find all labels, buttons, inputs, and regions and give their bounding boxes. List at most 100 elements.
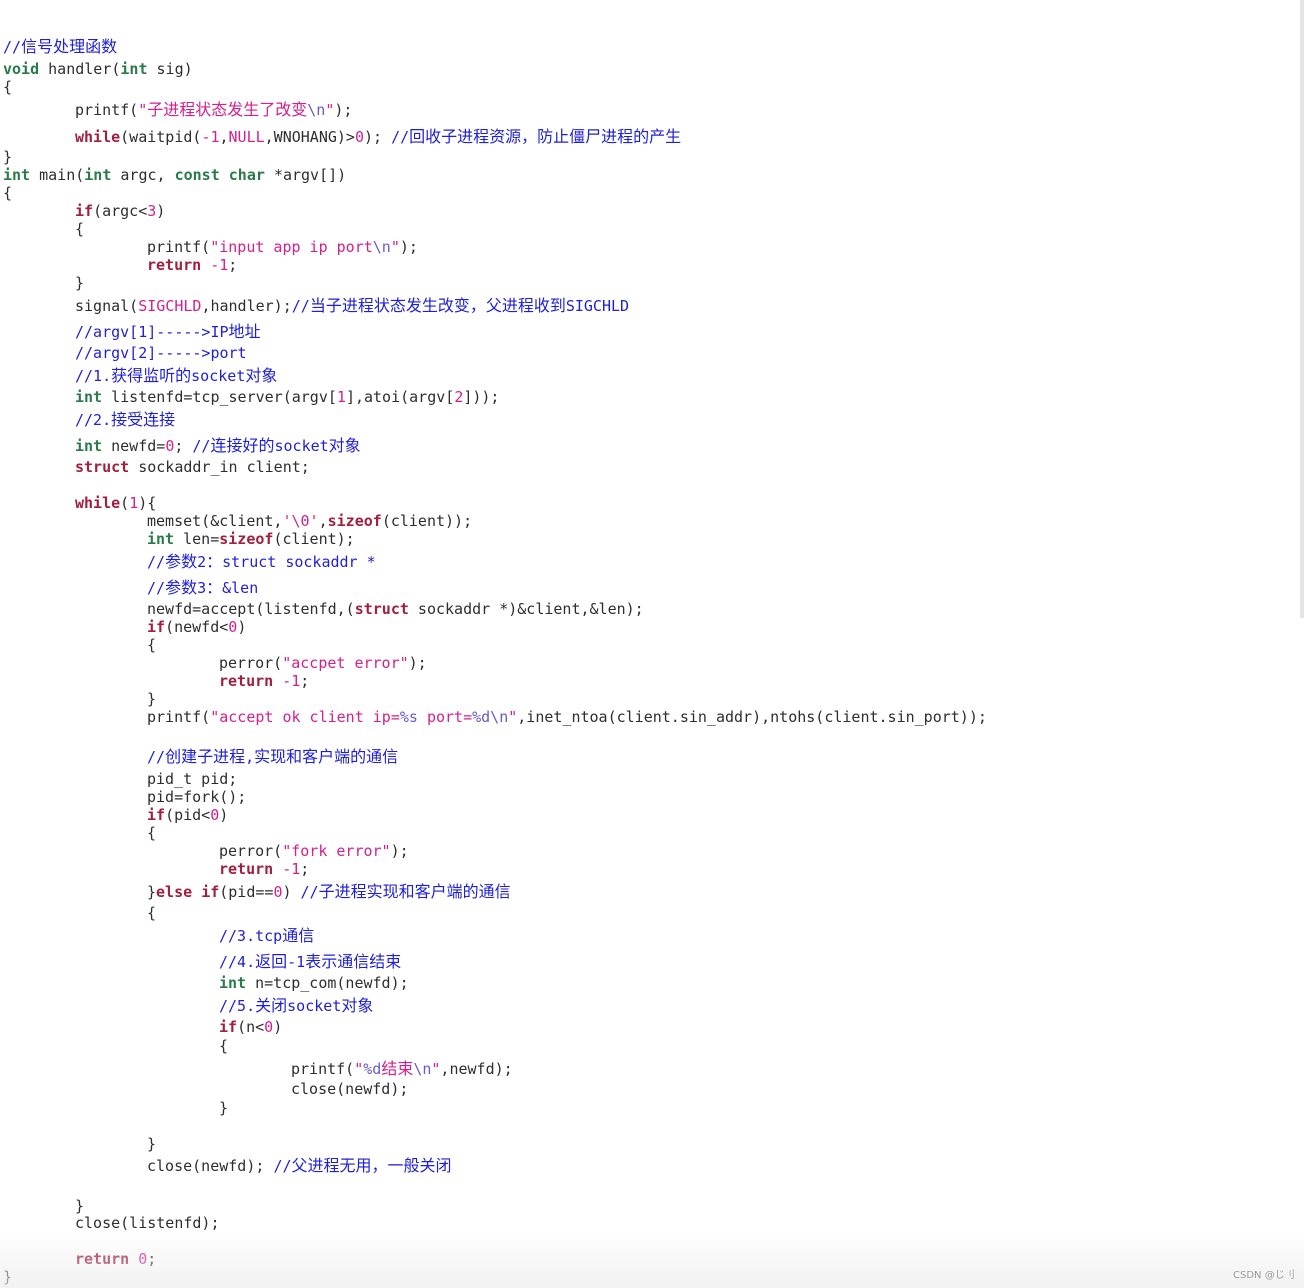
code-token: *argv[]) bbox=[264, 166, 347, 184]
code-token: 3 bbox=[147, 202, 157, 220]
code-line[interactable]: { bbox=[3, 184, 12, 202]
code-line[interactable]: pid_t pid; bbox=[147, 770, 237, 788]
code-line[interactable]: close(newfd); //父进程无用，一般关闭 bbox=[147, 1157, 452, 1176]
code-token: 1 bbox=[129, 494, 139, 512]
code-token: //4. bbox=[219, 953, 256, 971]
code-line[interactable]: //创建子进程,实现和客户端的通信 bbox=[147, 747, 398, 767]
code-line[interactable]: perror("fork error"); bbox=[219, 842, 409, 860]
code-line[interactable]: //参数3：&len bbox=[147, 579, 259, 598]
code-line[interactable]: return -1; bbox=[219, 672, 309, 690]
code-editor[interactable]: //信号处理函数 void handler(int sig){printf("子进… bbox=[0, 0, 1304, 1288]
code-token: ){ bbox=[138, 494, 157, 512]
code-token: ) bbox=[237, 618, 247, 636]
code-line[interactable]: } bbox=[219, 1099, 228, 1117]
code-line[interactable]: { bbox=[147, 636, 156, 654]
code-token: { bbox=[147, 904, 157, 922]
code-line[interactable]: if(n<0) bbox=[219, 1018, 282, 1036]
code-token: (pid== bbox=[219, 883, 274, 901]
code-token: argc, bbox=[111, 166, 175, 184]
code-line[interactable]: } bbox=[75, 1197, 84, 1215]
code-token: , bbox=[318, 512, 328, 530]
code-line[interactable]: int len=sizeof(client); bbox=[147, 530, 355, 548]
code-line[interactable]: { bbox=[147, 824, 156, 842]
code-line[interactable]: } bbox=[147, 1135, 156, 1153]
code-token: ) bbox=[282, 883, 301, 901]
code-line[interactable]: int listenfd=tcp_server(argv[1],atoi(arg… bbox=[75, 388, 499, 406]
code-line[interactable]: { bbox=[75, 220, 84, 238]
editor-scroll-edge bbox=[1300, 0, 1304, 618]
code-token: ： bbox=[206, 552, 223, 571]
code-line[interactable]: printf("%d结束\n",newfd); bbox=[291, 1060, 513, 1079]
code-token: (client)); bbox=[381, 512, 473, 530]
watermark-text: CSDN @じ刂 bbox=[1233, 1270, 1295, 1281]
code-token: int bbox=[219, 974, 247, 992]
code-line[interactable]: void handler(int sig) bbox=[3, 60, 193, 78]
code-token: { bbox=[147, 636, 157, 654]
code-token: -1 bbox=[282, 860, 301, 878]
code-token: while bbox=[75, 128, 121, 146]
code-token: 创建子进程 bbox=[165, 747, 246, 766]
code-line[interactable]: close(newfd); bbox=[291, 1080, 408, 1098]
code-line[interactable]: //3.tcp通信 bbox=[219, 927, 314, 946]
code-token: port= bbox=[417, 708, 473, 726]
code-token: ,inet_ntoa(client.sin_addr),ntohs(client… bbox=[517, 708, 987, 726]
code-line[interactable]: struct sockaddr_in client; bbox=[75, 458, 310, 476]
code-line[interactable]: int newfd=0; //连接好的socket对象 bbox=[75, 436, 361, 456]
code-line[interactable]: } bbox=[75, 274, 84, 292]
code-line[interactable]: perror("accpet error"); bbox=[219, 654, 427, 672]
code-token: int bbox=[147, 530, 175, 548]
code-token: len= bbox=[174, 530, 220, 548]
code-line[interactable]: if(newfd<0) bbox=[147, 618, 246, 636]
code-line[interactable]: if(argc<3) bbox=[75, 202, 165, 220]
code-line[interactable]: if(pid<0) bbox=[147, 806, 228, 824]
code-token: (argc< bbox=[93, 202, 148, 220]
code-line[interactable]: //参数2：struct sockaddr * bbox=[147, 552, 376, 572]
code-line[interactable]: printf("input app ip port\n"); bbox=[147, 238, 418, 256]
code-line[interactable]: { bbox=[219, 1037, 228, 1055]
code-line[interactable]: //1.获得监听的socket对象 bbox=[75, 366, 277, 386]
code-line[interactable]: pid=fork(); bbox=[147, 788, 246, 806]
code-line[interactable]: { bbox=[147, 904, 156, 922]
code-token: pid=fork(); bbox=[147, 788, 247, 806]
code-line[interactable]: while(1){ bbox=[75, 494, 156, 512]
code-token: 参数 bbox=[165, 552, 198, 571]
code-token: newfd=accept(listenfd,( bbox=[147, 600, 355, 618]
code-line[interactable]: //信号处理函数 bbox=[3, 38, 117, 57]
code-token: return bbox=[219, 860, 274, 878]
code-token: const bbox=[174, 166, 220, 184]
code-token: 获得监听的 bbox=[111, 366, 192, 385]
code-token: " bbox=[508, 708, 518, 726]
code-line[interactable]: //argv[2]----->port bbox=[75, 344, 247, 362]
code-token: -1 bbox=[201, 128, 220, 146]
code-line[interactable]: printf("子进程状态发生了改变\n"); bbox=[75, 101, 352, 120]
code-line[interactable]: } bbox=[147, 690, 156, 708]
code-line[interactable]: while(waitpid(-1,NULL,WNOHANG)>0); //回收子… bbox=[75, 128, 681, 147]
code-token: &len bbox=[222, 579, 259, 597]
code-token: socket bbox=[287, 997, 342, 1015]
code-line[interactable]: //4.返回-1表示通信结束 bbox=[219, 953, 401, 972]
code-token: // bbox=[147, 579, 166, 597]
code-token: 连接好的 bbox=[210, 436, 275, 455]
code-token: 3 bbox=[197, 579, 207, 597]
code-line[interactable]: //2.接受连接 bbox=[75, 411, 175, 430]
code-line[interactable]: int main(int argc, const char *argv[]) bbox=[3, 166, 346, 184]
code-token: // bbox=[391, 128, 410, 146]
code-line[interactable]: printf("accept ok client ip=%s port=%d\n… bbox=[147, 708, 987, 726]
code-token: ); bbox=[399, 238, 418, 256]
code-line[interactable]: //5.关闭socket对象 bbox=[219, 997, 373, 1016]
code-token: //argv[2]----->port bbox=[75, 344, 247, 362]
code-line[interactable]: { bbox=[3, 78, 12, 96]
code-token: char bbox=[228, 166, 265, 184]
code-line[interactable]: memset(&client,'\0',sizeof(client)); bbox=[147, 512, 472, 530]
code-line[interactable]: return -1; bbox=[219, 860, 309, 878]
code-token: close(newfd); bbox=[147, 1157, 274, 1175]
code-line[interactable]: return -1; bbox=[147, 256, 237, 274]
code-line[interactable]: int n=tcp_com(newfd); bbox=[219, 974, 409, 992]
code-token: ,handler); bbox=[201, 297, 292, 315]
code-token: handler( bbox=[39, 60, 121, 78]
code-line[interactable]: } bbox=[3, 148, 12, 166]
code-line[interactable]: }else if(pid==0) //子进程实现和客户端的通信 bbox=[147, 883, 511, 902]
code-line[interactable]: //argv[1]----->IP地址 bbox=[75, 323, 261, 342]
code-line[interactable]: newfd=accept(listenfd,(struct sockaddr *… bbox=[147, 600, 644, 618]
code-line[interactable]: signal(SIGCHLD,handler);//当子进程状态发生改变，父进程… bbox=[75, 297, 629, 316]
